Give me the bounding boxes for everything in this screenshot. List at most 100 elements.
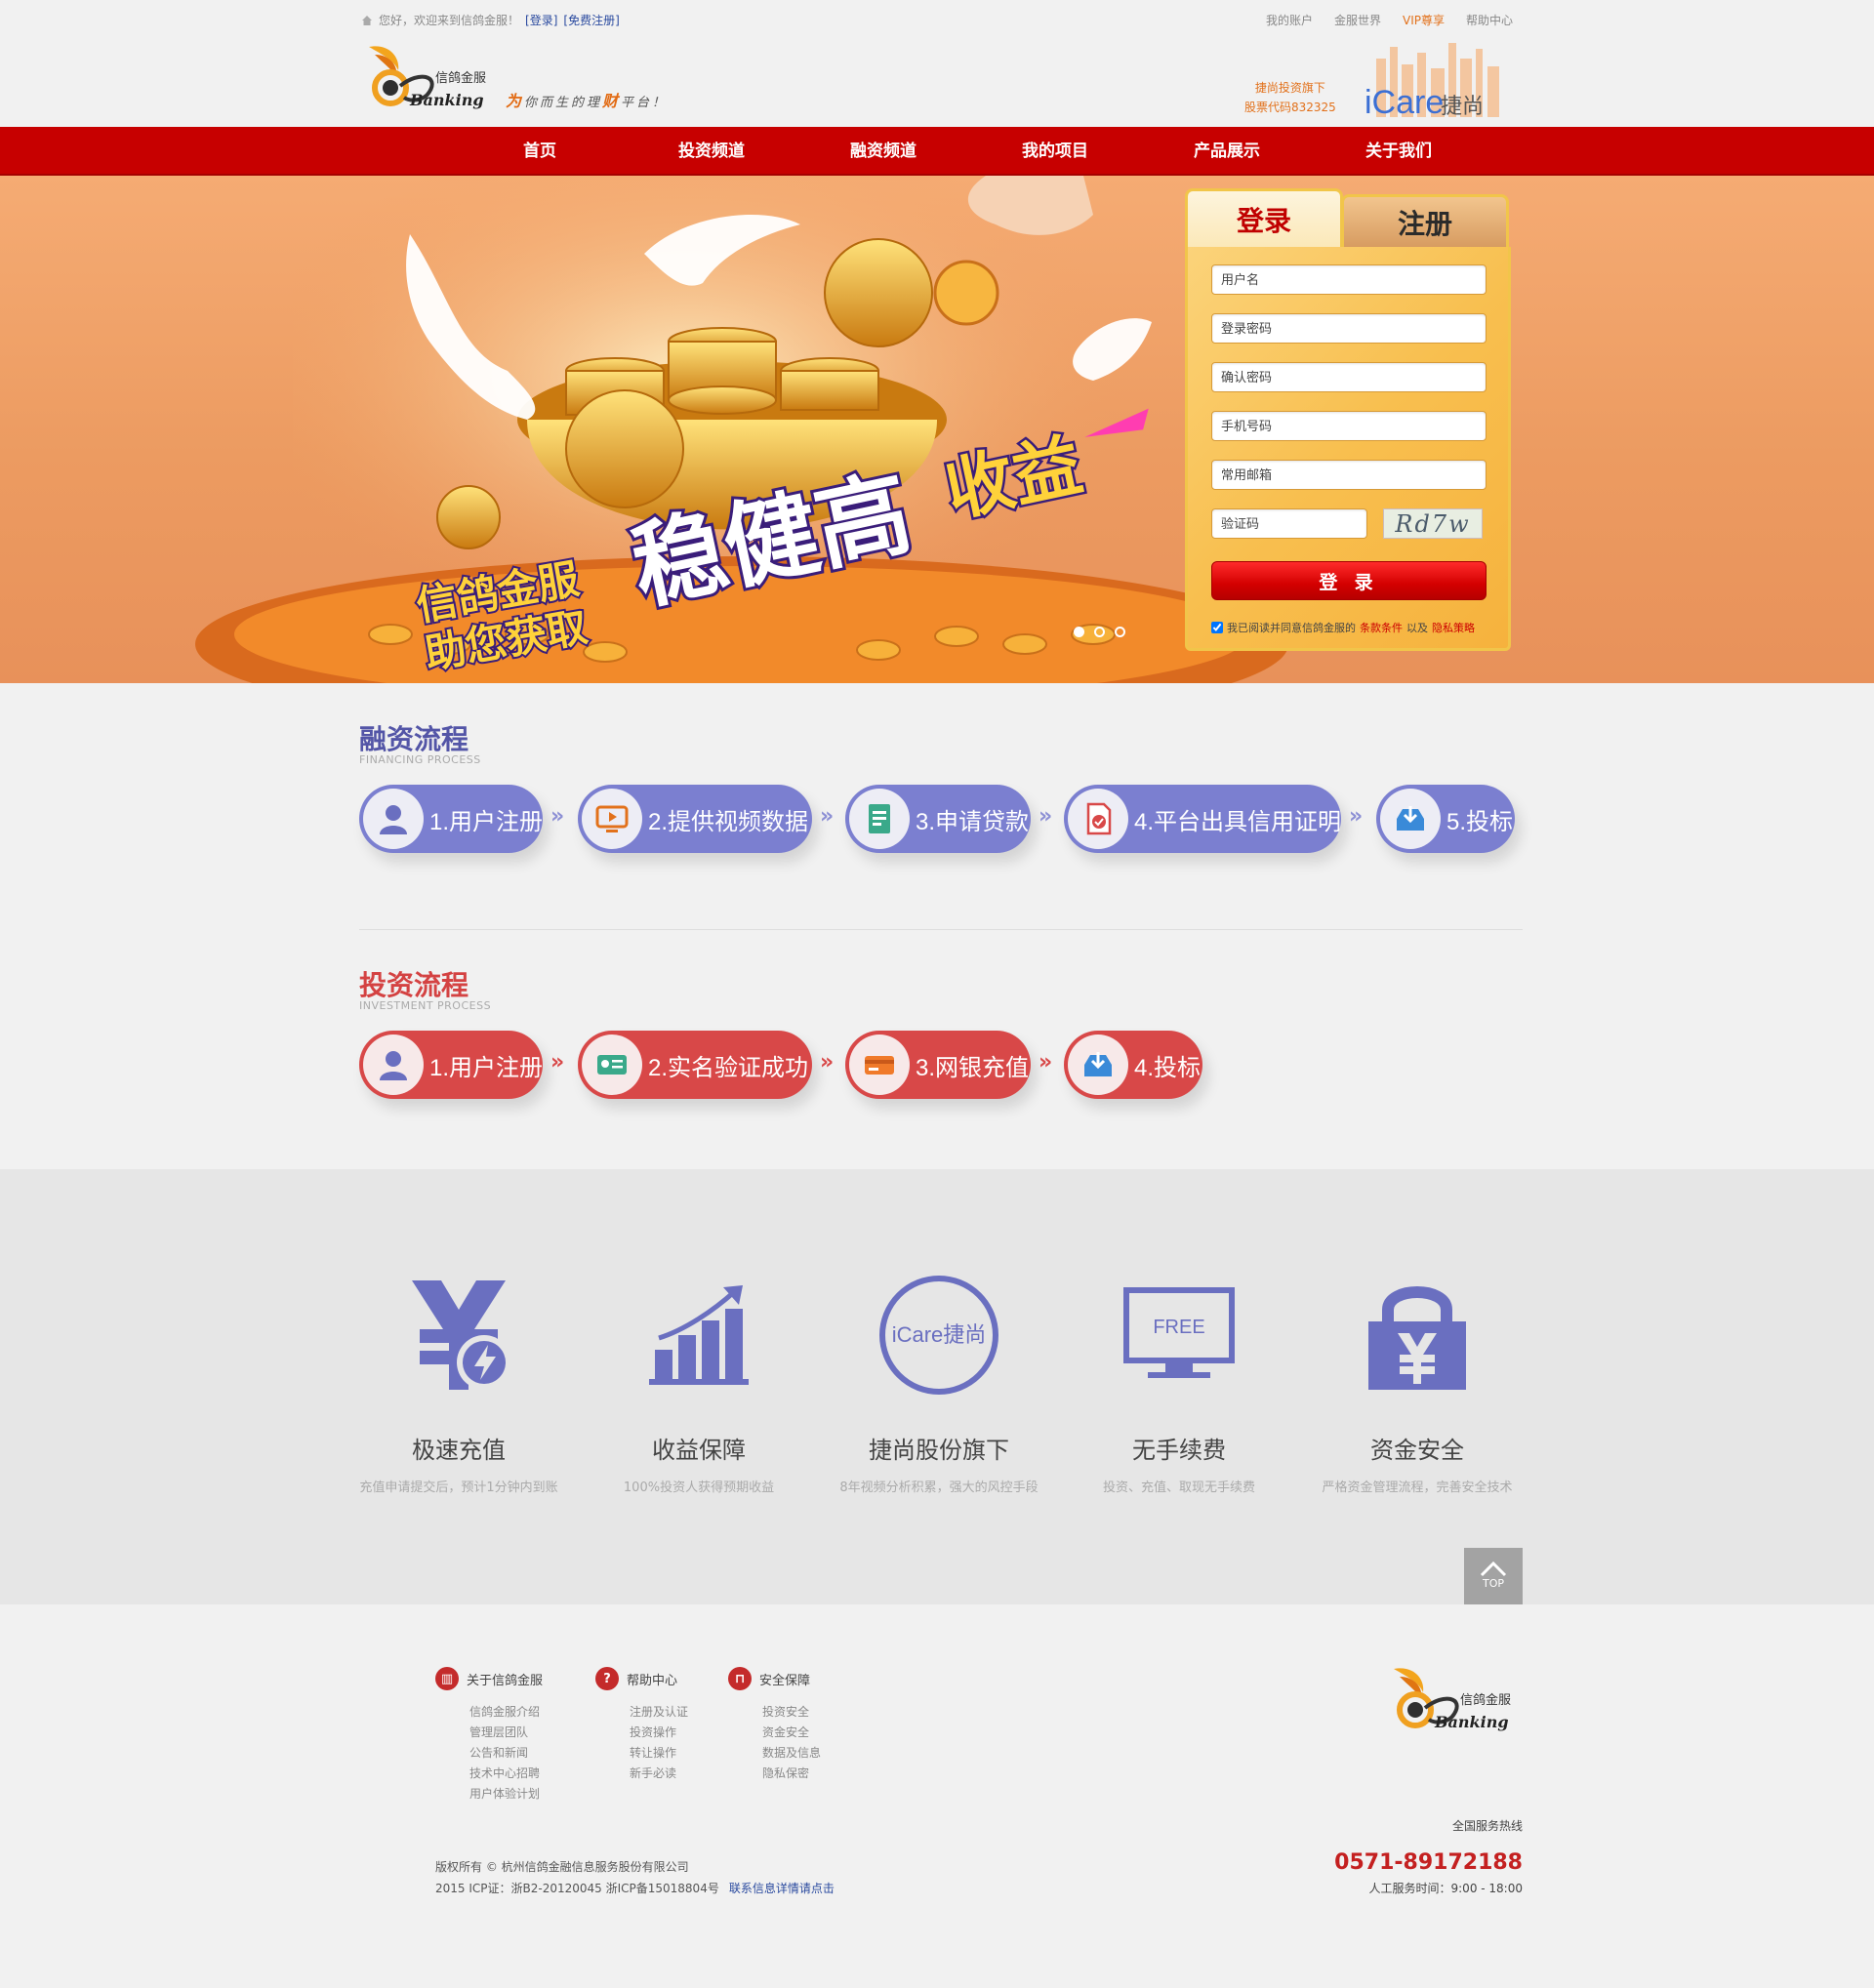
site-header: 您好，欢迎来到信鸽金服！ [登录] [免费注册] 我的账户 金服世界 VIP尊享 …: [0, 0, 1874, 127]
welcome-bar: 您好，欢迎来到信鸽金服！ [登录] [免费注册]: [361, 12, 620, 28]
phone-input[interactable]: [1211, 411, 1487, 441]
user-icon: [363, 1035, 424, 1095]
icare-circle-icon: iCare捷尚: [879, 1276, 998, 1395]
investment-step-4[interactable]: 4.投标: [1064, 1031, 1202, 1099]
tab-register[interactable]: 注册: [1341, 194, 1509, 249]
site-logo[interactable]: 信鸽金服 Banking: [361, 41, 498, 113]
footer-link[interactable]: 用户体验计划: [469, 1784, 543, 1805]
video-icon: [582, 789, 642, 849]
password-input[interactable]: [1211, 313, 1487, 344]
footer-link[interactable]: 管理层团队: [469, 1723, 543, 1743]
user-icon: [363, 789, 424, 849]
login-button[interactable]: 登 录: [1211, 561, 1487, 600]
bid-tray-icon: [1068, 1035, 1128, 1095]
icare-city-logo: iCare 捷尚: [1365, 43, 1499, 121]
financing-step-4[interactable]: 4.平台出具信用证明: [1064, 785, 1341, 853]
footer-link[interactable]: 信鸽金服介绍: [469, 1702, 543, 1723]
banner-pager: [1074, 627, 1125, 637]
footer-link[interactable]: 投资安全: [762, 1702, 821, 1723]
svg-text:FREE: FREE: [1153, 1317, 1204, 1338]
login-form: Rd7w 登 录 我已阅读并同意信鸽金服的条款条件以及隐私策略: [1185, 247, 1511, 651]
footer-logo: 信鸽金服 Banking: [1394, 1668, 1511, 1731]
bid-tray-icon: [1380, 789, 1441, 849]
financing-step-1[interactable]: 1.用户注册: [359, 785, 543, 853]
login-panel: 注册 登录 Rd7w 登 录 我已阅读并同意信鸽金服的条款条件以及隐私策略: [1185, 188, 1511, 651]
feature-return-guarantee: 收益保障 100%投资人获得预期收益: [582, 1267, 816, 1495]
footer-link[interactable]: 隐私保密: [762, 1764, 821, 1784]
step-arrow-icon: »: [1349, 804, 1364, 829]
confirm-password-input[interactable]: [1211, 362, 1487, 392]
captcha-image[interactable]: Rd7w: [1383, 508, 1483, 539]
username-input[interactable]: [1211, 264, 1487, 295]
financing-title: 融资流程: [359, 723, 469, 755]
svg-text:Banking: Banking: [1434, 1713, 1509, 1731]
step-arrow-icon: »: [550, 804, 565, 829]
footer-link[interactable]: 公告和新闻: [469, 1743, 543, 1764]
footer-link[interactable]: 技术中心招聘: [469, 1764, 543, 1784]
lock-icon: ⊓: [728, 1667, 752, 1690]
bank-icon: ▥: [435, 1667, 459, 1690]
nav-home[interactable]: 首页: [454, 127, 626, 176]
banner-dot-2[interactable]: [1094, 627, 1105, 637]
nav-financing[interactable]: 融资频道: [797, 127, 969, 176]
growth-chart-icon: [649, 1285, 749, 1385]
privacy-link[interactable]: 隐私策略: [1432, 620, 1475, 635]
nav-my-projects[interactable]: 我的项目: [969, 127, 1141, 176]
investment-title: 投资流程: [359, 969, 469, 1001]
footer-link[interactable]: 新手必读: [630, 1764, 688, 1784]
captcha-input[interactable]: [1211, 508, 1367, 539]
financing-step-5[interactable]: 5.投标: [1376, 785, 1515, 853]
help-center-link[interactable]: 帮助中心: [1466, 12, 1513, 28]
nav-invest[interactable]: 投资频道: [626, 127, 797, 176]
nav-products[interactable]: 产品展示: [1141, 127, 1313, 176]
investment-step-3[interactable]: 3.网银充值: [845, 1031, 1031, 1099]
document-icon: [849, 789, 910, 849]
investment-step-1[interactable]: 1.用户注册: [359, 1031, 543, 1099]
register-link[interactable]: [免费注册]: [563, 12, 619, 28]
footer-col-about: ▥ 关于信鸽金服 信鸽金服介绍 管理层团队 公告和新闻 技术中心招聘 用户体验计划: [435, 1667, 543, 1805]
banner-dot-3[interactable]: [1115, 627, 1125, 637]
login-link[interactable]: [登录]: [525, 12, 557, 28]
main-nav: 首页 投资频道 融资频道 我的项目 产品展示 关于我们: [0, 127, 1874, 176]
terms-link[interactable]: 条款条件: [1360, 620, 1403, 635]
svg-text:信鸽金服: 信鸽金服: [435, 70, 486, 85]
my-account-link[interactable]: 我的账户: [1266, 12, 1313, 28]
welcome-text: 您好，欢迎来到信鸽金服！: [379, 14, 520, 27]
yen-lightning-icon: [412, 1280, 511, 1390]
question-icon: ?: [595, 1667, 619, 1690]
feature-jieshang: iCare捷尚 捷尚股份旗下 8年视频分析积累，强大的风控手段: [822, 1267, 1056, 1495]
banner-dot-1[interactable]: [1074, 627, 1084, 637]
hero-banner: 稳健高 收益 信鸽金服 助您获取: [0, 176, 1874, 683]
vip-link[interactable]: VIP尊享: [1403, 12, 1445, 28]
footer-link[interactable]: 资金安全: [762, 1723, 821, 1743]
back-to-top-button[interactable]: TOP: [1464, 1548, 1523, 1604]
footer-link[interactable]: 注册及认证: [630, 1702, 688, 1723]
id-card-icon: [582, 1035, 642, 1095]
footer-link[interactable]: 投资操作: [630, 1723, 688, 1743]
nav-about[interactable]: 关于我们: [1313, 127, 1485, 176]
svg-text:iCare捷尚: iCare捷尚: [892, 1322, 987, 1347]
svg-text:信鸽金服: 信鸽金服: [1460, 1692, 1511, 1707]
contact-link[interactable]: 联系信息详情请点击: [729, 1882, 835, 1895]
finance-world-link[interactable]: 金服世界: [1334, 12, 1381, 28]
investment-step-2[interactable]: 2.实名验证成功: [578, 1031, 812, 1099]
site-footer: ▥ 关于信鸽金服 信鸽金服介绍 管理层团队 公告和新闻 技术中心招聘 用户体验计划…: [0, 1604, 1874, 1988]
step-arrow-icon: »: [820, 1050, 835, 1075]
chevron-up-icon: [1480, 1561, 1507, 1577]
hero-illustration: 稳健高 收益 信鸽金服 助您获取: [195, 176, 1288, 683]
slogan: 为你而生的理财平台！: [506, 92, 669, 110]
free-monitor-icon: FREE: [1123, 1287, 1235, 1378]
bank-card-icon: [849, 1035, 910, 1095]
financing-step-3[interactable]: 3.申请贷款: [845, 785, 1031, 853]
agree-checkbox[interactable]: [1211, 622, 1223, 633]
step-arrow-icon: »: [1039, 804, 1053, 829]
copyright: 版权所有 © 杭州信鸽金融信息服务股份有限公司 2015 ICP证：浙B2-20…: [435, 1860, 835, 1895]
step-arrow-icon: »: [820, 804, 835, 829]
tab-login[interactable]: 登录: [1185, 188, 1343, 249]
email-input[interactable]: [1211, 460, 1487, 490]
footer-link[interactable]: 转让操作: [630, 1743, 688, 1764]
footer-link[interactable]: 数据及信息: [762, 1743, 821, 1764]
top-links: 我的账户 金服世界 VIP尊享 帮助中心: [1266, 12, 1513, 28]
financing-step-2[interactable]: 2.提供视频数据: [578, 785, 812, 853]
step-arrow-icon: »: [550, 1050, 565, 1075]
